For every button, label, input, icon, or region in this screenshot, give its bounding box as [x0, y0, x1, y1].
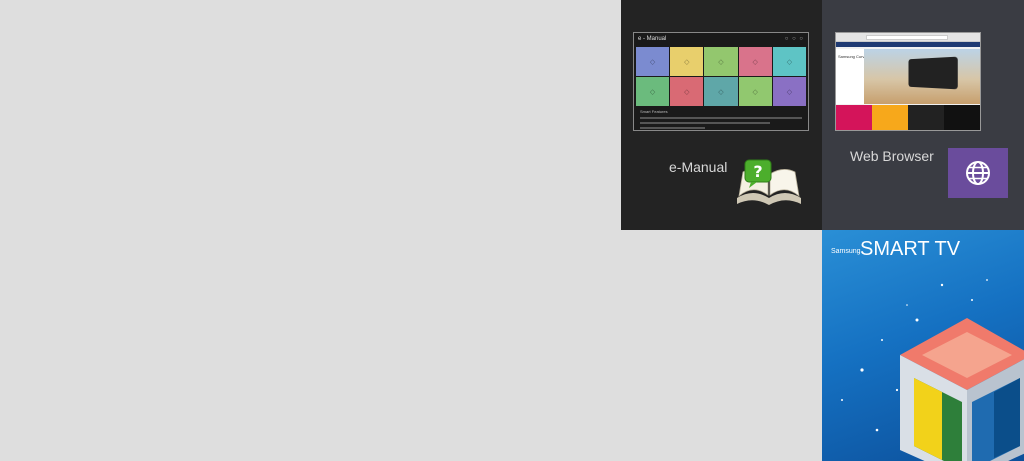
emanual-category-cell: ◇: [670, 47, 704, 76]
web-browser-thumbnail: Samsung Curved UHD TV: [835, 32, 981, 131]
samsung-brand-text: Samsung: [831, 248, 861, 255]
globe-icon: [966, 161, 990, 185]
emanual-category-cell: ◇: [636, 47, 670, 76]
emanual-category-grid: ◇ ◇ ◇ ◇ ◇ ◇ ◇ ◇ ◇ ◇: [636, 47, 806, 106]
emanual-category-cell: ◇: [738, 77, 772, 106]
smart-tv-tile[interactable]: Samsung SMART TV: [822, 230, 1024, 461]
emanual-category-cell: ◇: [772, 47, 806, 76]
emanual-thumbnail-text: Smart Features: [640, 109, 802, 129]
smart-tv-cube-icon: [900, 318, 1024, 461]
web-browser-icon-tile: [948, 148, 1008, 198]
emanual-thumbnail: e - Manual ○ ○ ○ ◇ ◇ ◇ ◇ ◇ ◇ ◇ ◇ ◇ ◇ Smart Featur…: [633, 32, 809, 131]
svg-text:?: ?: [753, 162, 762, 181]
emanual-thumbnail-controls: ○ ○ ○: [784, 36, 804, 42]
emanual-category-cell: ◇: [772, 77, 806, 106]
emanual-tile[interactable]: e - Manual ○ ○ ○ ◇ ◇ ◇ ◇ ◇ ◇ ◇ ◇ ◇ ◇ Smart Featur…: [621, 0, 822, 230]
emanual-category-cell: ◇: [670, 77, 704, 106]
web-browser-label: Web Browser: [850, 148, 934, 164]
book-help-icon: ?: [737, 159, 801, 205]
emanual-category-cell: ◇: [704, 77, 738, 106]
emanual-category-cell: ◇: [636, 77, 670, 106]
emanual-thumbnail-title: e - Manual: [638, 36, 667, 42]
emanual-thumbnail-heading: Smart Features: [640, 109, 668, 114]
smart-tv-logo: SMART TV: [860, 238, 961, 260]
emanual-category-cell: ◇: [738, 47, 772, 76]
emanual-category-cell: ◇: [704, 47, 738, 76]
emanual-label: e-Manual: [669, 159, 728, 175]
web-browser-tile[interactable]: Samsung Curved UHD TV Web Browser: [822, 0, 1024, 230]
